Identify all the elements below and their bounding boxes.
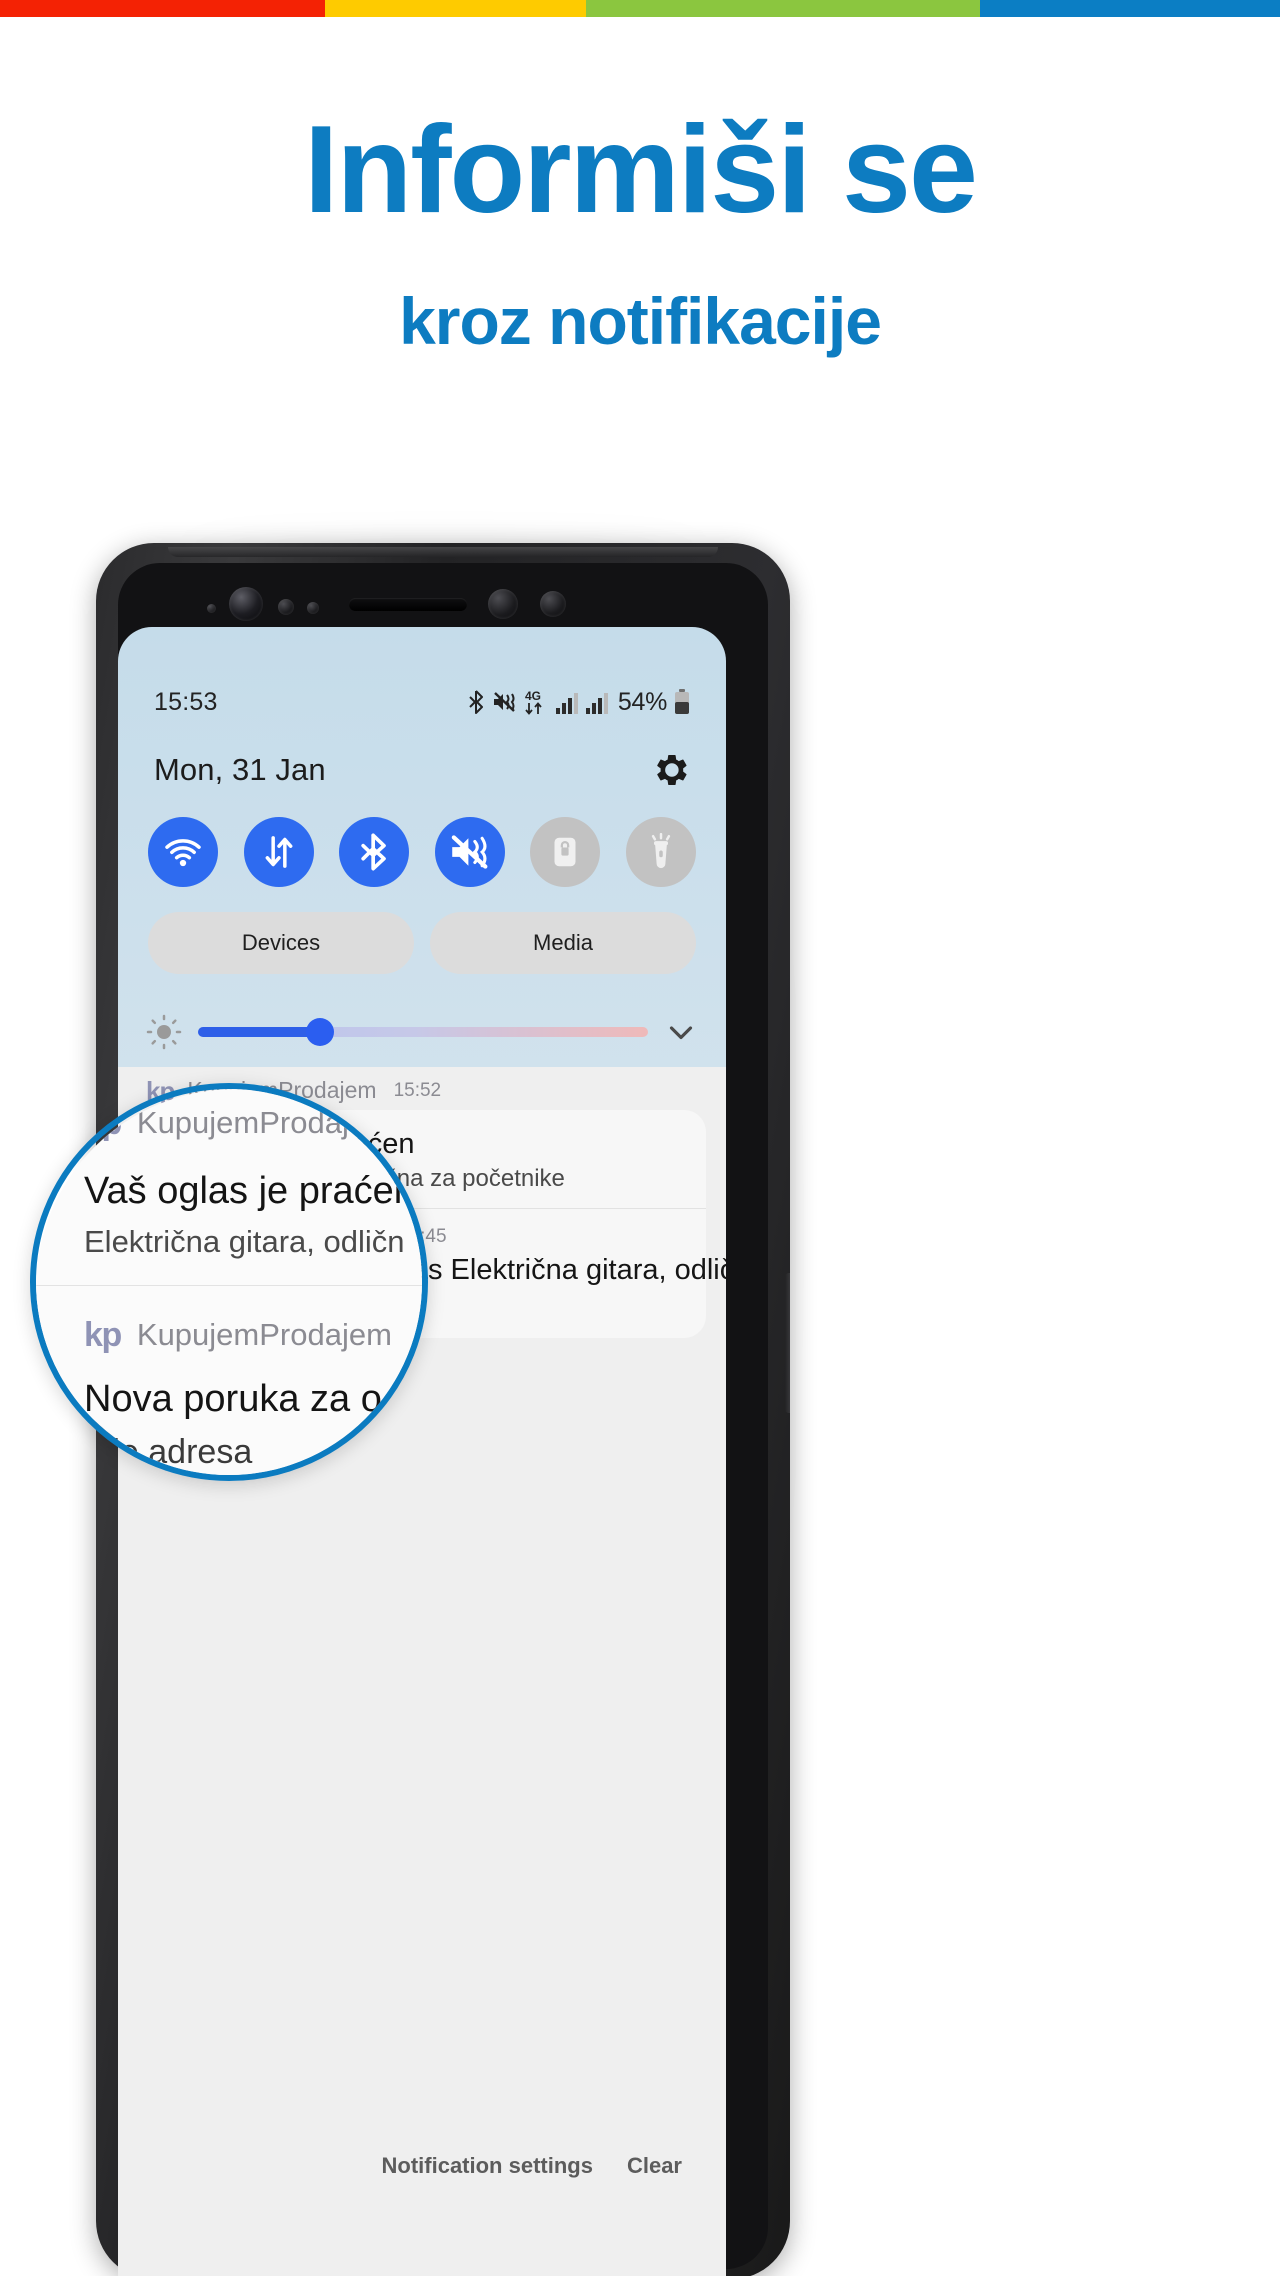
- media-button[interactable]: Media: [430, 912, 696, 974]
- color-segment-blue: [980, 0, 1280, 17]
- quick-settings-toggles: [118, 817, 726, 887]
- front-camera-icon: [229, 587, 263, 621]
- 4g-data-icon: 4G: [525, 689, 542, 715]
- iris-sensor-icon: [488, 589, 518, 619]
- vibrate-icon: [493, 692, 515, 712]
- color-segment-red: [0, 0, 326, 17]
- phone-top-seam: [168, 547, 718, 557]
- color-segment-yellow: [325, 0, 587, 17]
- magnified-app-name: KupujemProdajem: [136, 1317, 392, 1352]
- brightness-slider-fill: [198, 1027, 320, 1037]
- secondary-camera-icon: [540, 591, 566, 617]
- brightness-slider[interactable]: [198, 1018, 648, 1046]
- magnifier-lens-content: kp KupujemProdajem Vaš oglas je praćen E…: [36, 1089, 422, 1475]
- toggle-bluetooth[interactable]: [339, 817, 410, 887]
- battery-icon: [675, 689, 689, 714]
- panel-date: Mon, 31 Jan: [154, 752, 326, 787]
- brightness-icon: [146, 1014, 182, 1050]
- data-arrows-icon: [265, 836, 293, 868]
- magnified-notification-body: a je adresa: [84, 1433, 253, 1471]
- brand-color-bar: [0, 0, 1280, 17]
- magnified-app-header: kp KupujemProdajem: [84, 1105, 392, 1141]
- magnifier-lens: kp KupujemProdajem Vaš oglas je praćen E…: [30, 1083, 428, 1481]
- status-bar: 15:53 4G 54%: [118, 685, 726, 719]
- panel-shortcut-buttons: Devices Media: [118, 912, 726, 974]
- bluetooth-icon: [469, 690, 483, 714]
- proximity-sensor-icon: [278, 599, 294, 615]
- notification-settings-link[interactable]: Notification settings: [382, 2153, 593, 2179]
- earpiece-speaker: [349, 598, 467, 611]
- status-bar-clock: 15:53: [154, 687, 218, 716]
- brightness-slider-thumb[interactable]: [305, 1018, 334, 1046]
- toggle-mobile-data[interactable]: [243, 817, 314, 887]
- brightness-row: [118, 1007, 726, 1057]
- color-segment-green: [586, 0, 981, 17]
- toggle-sound[interactable]: [434, 817, 505, 887]
- magnified-divider: [36, 1285, 422, 1286]
- magnified-notification-title: Vaš oglas je praćen: [84, 1170, 415, 1212]
- light-sensor-icon: [307, 602, 319, 614]
- toggle-flashlight[interactable]: [625, 817, 696, 887]
- clear-notifications-button[interactable]: Clear: [627, 2153, 682, 2179]
- svg-text:4G: 4G: [525, 689, 541, 703]
- signal-bars-icon: [585, 693, 608, 714]
- bluetooth-icon: [361, 833, 387, 871]
- toggle-auto-rotate[interactable]: [530, 817, 601, 887]
- magnified-notification-body: Električna gitara, odličn: [84, 1224, 405, 1259]
- signal-bars-icon: [555, 693, 578, 714]
- wifi-icon: [165, 839, 201, 867]
- panel-date-row: Mon, 31 Jan: [118, 742, 726, 798]
- kupujemprodajem-logo-icon: kp: [84, 1104, 122, 1142]
- page-subtitle: kroz notifikacije: [399, 284, 882, 358]
- lock-rotate-icon: [554, 837, 576, 867]
- phone-side-button-right[interactable]: [785, 1273, 790, 1413]
- magnified-notification-title: Nova poruka za o: [84, 1378, 382, 1420]
- devices-button[interactable]: Devices: [148, 912, 414, 974]
- sensor-dot-icon: [207, 604, 216, 613]
- flashlight-icon: [651, 833, 671, 869]
- kupujemprodajem-logo-icon: kp: [84, 1316, 122, 1354]
- status-bar-icons: 4G 54%: [468, 688, 690, 717]
- chevron-down-icon[interactable]: [662, 1013, 700, 1051]
- mute-icon: [451, 835, 488, 869]
- battery-percent-label: 54%: [617, 687, 667, 716]
- page-title: Informiši se: [304, 101, 978, 239]
- magnified-app-header: kp KupujemProdajem: [84, 1317, 392, 1353]
- magnified-app-name: KupujemProdajem: [136, 1105, 392, 1140]
- gear-icon[interactable]: [654, 752, 690, 788]
- promo-screenshot-page: Informiši se kroz notifikacije 15:53 4G …: [0, 0, 1280, 2276]
- toggle-wifi[interactable]: [148, 817, 218, 887]
- notification-footer: Notification settings Clear: [118, 2153, 726, 2179]
